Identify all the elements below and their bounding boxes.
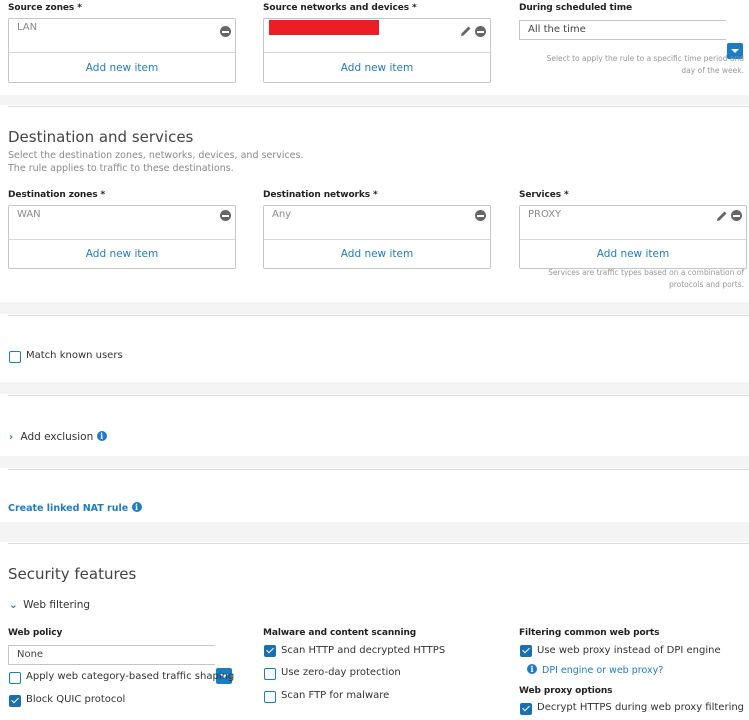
- services-add-button[interactable]: Add new item: [520, 241, 746, 268]
- remove-icon[interactable]: [220, 26, 231, 37]
- remove-icon[interactable]: [220, 210, 231, 221]
- chevron-down-icon: ⌄: [9, 599, 18, 611]
- destination-network-item: Any: [272, 209, 292, 220]
- source-zone-item: LAN: [17, 22, 38, 33]
- services-box: PROXY Add new item: [519, 205, 747, 269]
- destination-networks-add-button[interactable]: Add new item: [264, 241, 490, 268]
- edit-pencil-icon[interactable]: [716, 210, 728, 222]
- destination-networks-label: Destination networks *: [263, 190, 378, 200]
- section-band: [0, 522, 749, 542]
- use-web-proxy-label: Use web proxy instead of DPI engine: [537, 645, 721, 656]
- remove-icon[interactable]: [475, 26, 486, 37]
- info-icon[interactable]: i: [96, 431, 107, 441]
- destination-description: Select the destination zones, networks, …: [8, 150, 304, 174]
- scan-http-label: Scan HTTP and decrypted HTTPS: [281, 645, 446, 656]
- services-item: PROXY: [528, 209, 562, 220]
- source-networks-label: Source networks and devices *: [263, 3, 417, 13]
- malware-label: Malware and content scanning: [263, 628, 417, 638]
- info-icon: i: [527, 664, 537, 674]
- web-policy-value: None: [17, 649, 44, 660]
- divider: [8, 395, 749, 396]
- zero-day-label: Use zero-day protection: [281, 667, 401, 678]
- divider: [8, 543, 749, 544]
- match-known-users-checkbox[interactable]: [9, 351, 21, 363]
- block-quic-checkbox[interactable]: [9, 695, 21, 707]
- block-quic-label: Block QUIC protocol: [26, 694, 126, 705]
- match-known-users-label: Match known users: [26, 350, 123, 361]
- web-ports-label: Filtering common web ports: [519, 628, 660, 638]
- source-networks-box: Add new item: [263, 18, 491, 83]
- web-policy-select[interactable]: None: [8, 645, 215, 665]
- dpi-help-link-text[interactable]: DPI engine or web proxy?: [542, 665, 663, 676]
- info-icon[interactable]: i: [131, 502, 142, 512]
- destination-title: Destination and services: [8, 128, 194, 146]
- web-policy-label: Web policy: [8, 628, 63, 638]
- source-zones-label: Source zones *: [8, 3, 82, 13]
- security-title: Security features: [8, 565, 137, 583]
- web-filtering-label: Web filtering: [23, 599, 91, 611]
- decrypt-https-checkbox[interactable]: [520, 703, 532, 715]
- section-band: [0, 95, 749, 105]
- source-zones-add-button[interactable]: Add new item: [9, 55, 235, 82]
- source-networks-add-button[interactable]: Add new item: [264, 55, 490, 82]
- destination-zones-add-button[interactable]: Add new item: [9, 241, 235, 268]
- scan-ftp-label: Scan FTP for malware: [281, 690, 390, 701]
- services-label: Services *: [519, 190, 569, 200]
- add-exclusion-label: Add exclusion: [20, 431, 94, 443]
- destination-zones-label: Destination zones *: [8, 190, 106, 200]
- schedule-label: During scheduled time: [519, 3, 632, 13]
- chevron-right-icon: ›: [9, 432, 14, 443]
- destination-zone-item: WAN: [17, 209, 41, 220]
- remove-icon[interactable]: [475, 210, 486, 221]
- web-proxy-options-label: Web proxy options: [519, 686, 613, 696]
- web-filtering-toggle[interactable]: ⌄ Web filtering: [9, 599, 90, 611]
- divider: [8, 469, 749, 470]
- decrypt-https-label: Decrypt HTTPS during web proxy filtering: [537, 702, 745, 713]
- schedule-value: All the time: [528, 24, 586, 35]
- redaction-block: [269, 20, 379, 35]
- scan-ftp-checkbox[interactable]: [264, 691, 276, 703]
- apply-shaping-checkbox[interactable]: [9, 672, 21, 684]
- services-help: Services are traffic types based on a co…: [548, 268, 744, 289]
- use-web-proxy-checkbox[interactable]: [520, 645, 532, 657]
- section-band: [0, 456, 749, 468]
- destination-zones-box: WAN Add new item: [8, 205, 236, 269]
- scan-http-checkbox[interactable]: [264, 645, 276, 657]
- schedule-help: Select to apply the rule to a specific t…: [546, 54, 744, 75]
- destination-networks-box: Any Add new item: [263, 205, 491, 269]
- apply-shaping-label: Apply web category-based traffic shaping: [26, 671, 235, 682]
- edit-pencil-icon[interactable]: [460, 25, 472, 37]
- source-zones-box: LAN Add new item: [8, 18, 236, 83]
- remove-icon[interactable]: [731, 210, 742, 221]
- create-nat-rule[interactable]: Create linked NAT rule i: [8, 502, 142, 514]
- section-band: [0, 382, 749, 394]
- divider: [8, 106, 749, 107]
- dpi-help-link[interactable]: i DPI engine or web proxy?: [527, 664, 663, 676]
- add-exclusion-toggle[interactable]: › Add exclusion i: [9, 431, 107, 443]
- create-nat-rule-link[interactable]: Create linked NAT rule: [8, 503, 128, 514]
- zero-day-checkbox[interactable]: [264, 668, 276, 680]
- section-band: [0, 302, 749, 314]
- schedule-select[interactable]: All the time: [519, 20, 726, 40]
- divider: [8, 315, 749, 316]
